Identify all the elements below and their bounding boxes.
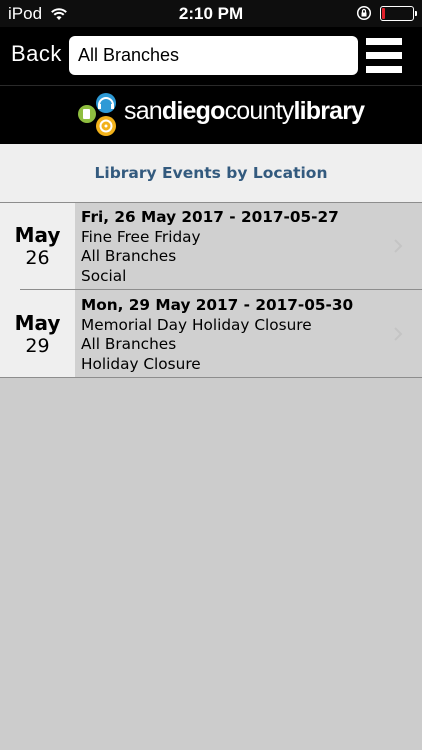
orientation-lock-icon (356, 5, 372, 21)
status-bar: iPod 2:10 PM (0, 0, 422, 27)
event-day: 26 (25, 247, 50, 269)
battery-level (382, 7, 385, 19)
menu-bar-line (366, 52, 402, 59)
event-day: 29 (25, 335, 50, 357)
event-date-range: Mon, 29 May 2017 - 2017-05-30 (81, 296, 354, 314)
section-title: Library Events by Location (94, 164, 328, 182)
branch-select[interactable]: All Branches (69, 36, 358, 75)
event-info-cell: Fri, 26 May 2017 - 2017-05-27 Fine Free … (75, 202, 422, 290)
event-date-range: Fri, 26 May 2017 - 2017-05-27 (81, 208, 339, 226)
event-month: May (14, 223, 61, 247)
event-row[interactable]: May 29 Mon, 29 May 2017 - 2017-05-30 Mem… (0, 290, 422, 378)
event-category: Social (81, 266, 127, 285)
menu-bar-line (366, 38, 402, 45)
chevron-right-icon (394, 239, 403, 253)
event-branch: All Branches (81, 335, 177, 353)
event-title: Fine Free Friday (81, 227, 201, 246)
library-logo-icon (78, 93, 116, 136)
event-month: May (14, 311, 61, 335)
logo-text-part: library (293, 97, 365, 125)
logo-bar: sandiegocountylibrary (0, 85, 422, 144)
row-divider (0, 202, 422, 203)
logo-text-part: county (224, 97, 295, 125)
section-header: Library Events by Location (0, 144, 422, 202)
chevron-right-icon (394, 327, 403, 341)
logo-text-part: san (124, 97, 163, 125)
divider (0, 85, 422, 86)
event-date-cell: May 26 (0, 202, 75, 290)
hamburger-menu-icon[interactable] (366, 38, 402, 74)
menu-bar-line (366, 66, 402, 73)
event-date-cell: May 29 (0, 290, 75, 378)
event-row[interactable]: May 26 Fri, 26 May 2017 - 2017-05-27 Fin… (0, 202, 422, 290)
event-info-cell: Mon, 29 May 2017 - 2017-05-30 Memorial D… (75, 290, 422, 378)
battery-icon (380, 5, 417, 21)
library-logo-text: sandiegocountylibrary (124, 97, 365, 126)
event-category: Holiday Closure (81, 354, 201, 373)
event-title: Memorial Day Holiday Closure (81, 315, 312, 334)
status-right (356, 5, 417, 21)
back-button[interactable]: Back (11, 41, 62, 67)
logo-text-part: diego (161, 97, 225, 125)
nav-bar: Back All Branches (0, 27, 422, 85)
row-divider (0, 377, 422, 378)
event-branch: All Branches (81, 247, 177, 265)
